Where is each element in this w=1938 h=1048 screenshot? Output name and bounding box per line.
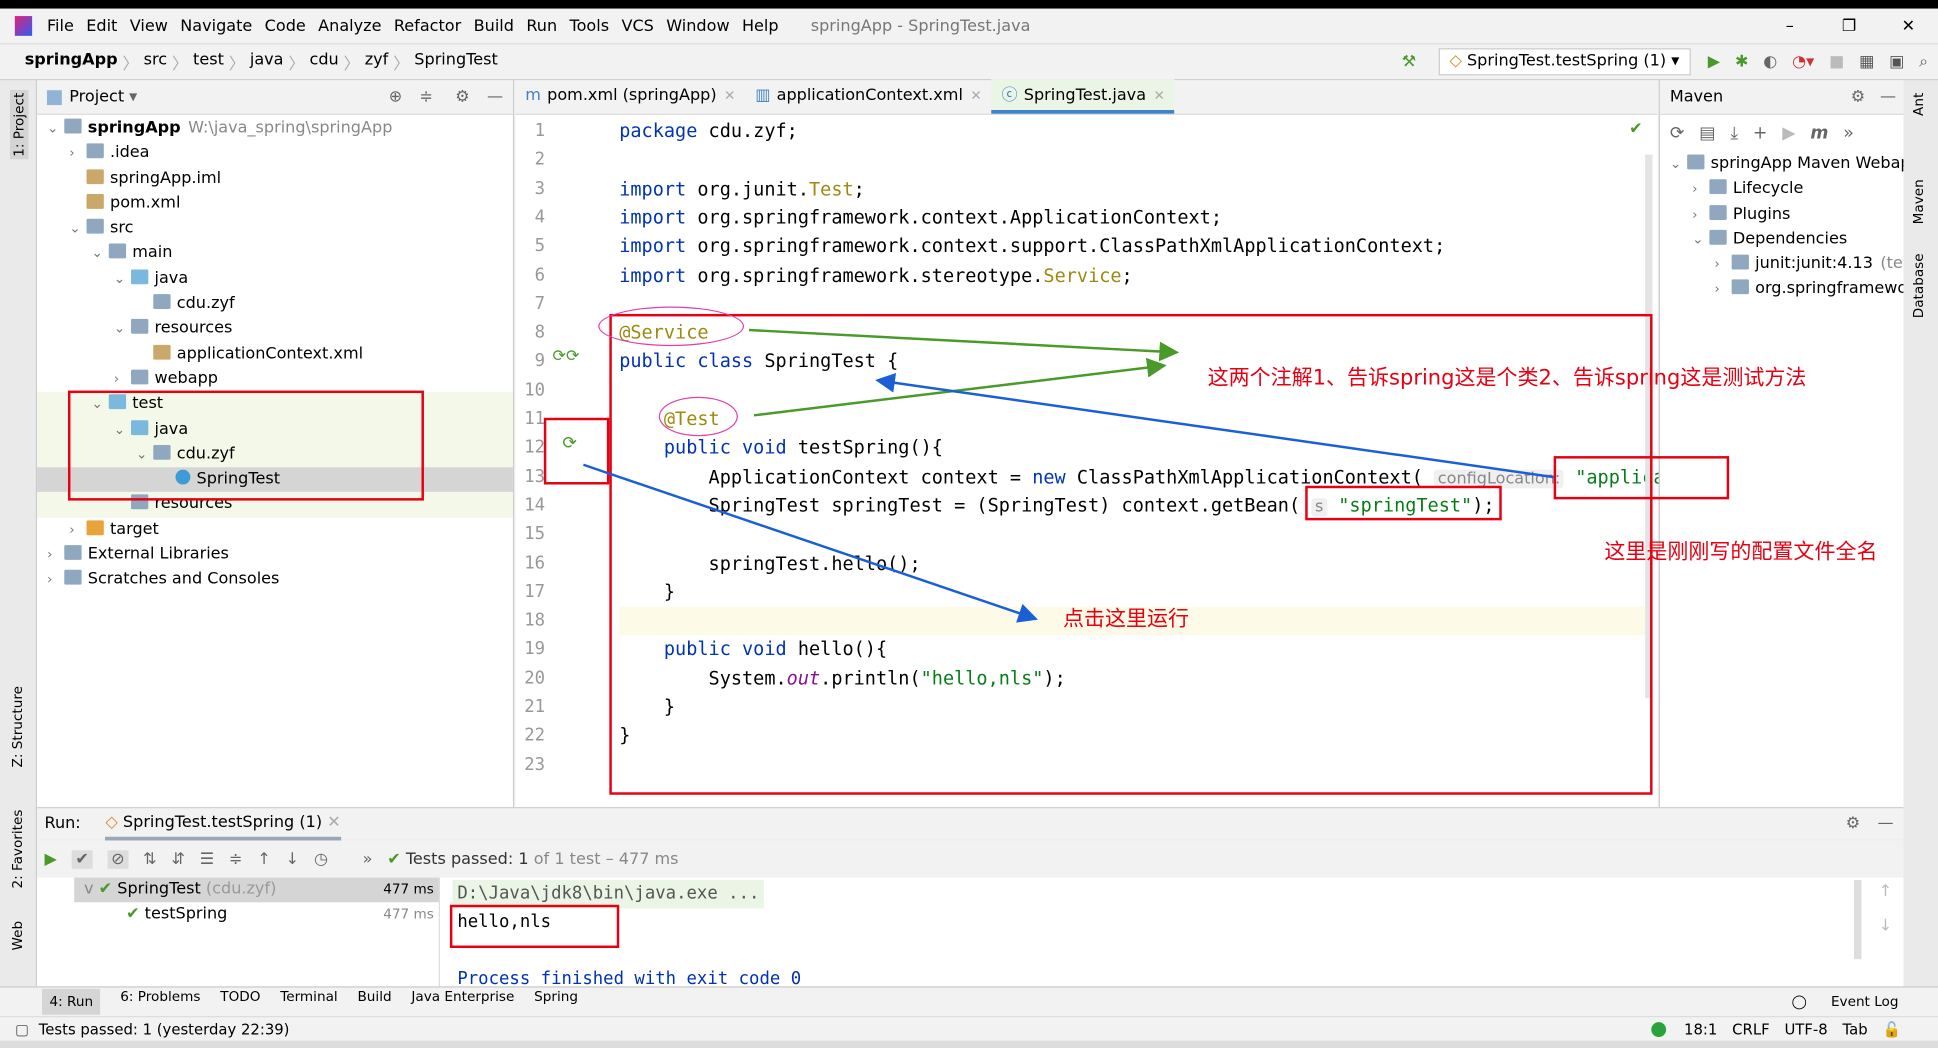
annotation-arrows bbox=[582, 328, 1554, 623]
ide-window: File Edit View Navigate Code Analyze Refactor B… bbox=[0, 0, 1938, 1048]
run-arrow bbox=[582, 463, 1038, 623]
annotations-note: 这两个注解1、告诉spring这是个类2、告诉spring这是测试方法 bbox=[1207, 365, 1807, 391]
click-run-note: 点击这里运行 bbox=[1062, 606, 1190, 632]
service-arrow bbox=[748, 328, 1180, 362]
test-arrow bbox=[753, 357, 1167, 417]
config-arrow bbox=[875, 373, 1554, 479]
config-file-note: 这里是刚刚写的配置文件全名 bbox=[1604, 540, 1878, 565]
